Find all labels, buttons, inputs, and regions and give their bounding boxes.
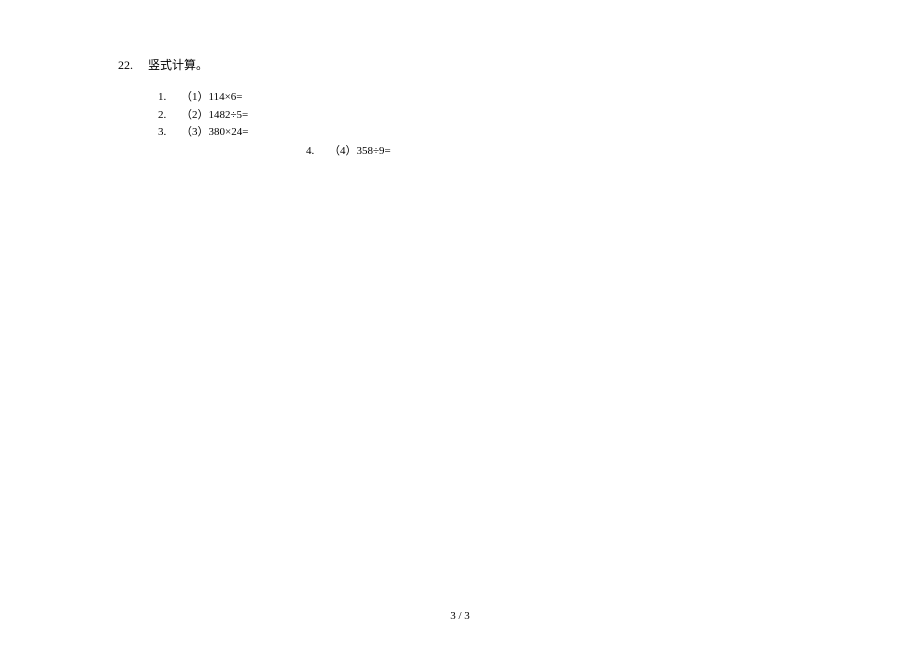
- list-item: 2. （2）1482÷5=: [158, 107, 920, 124]
- item-text: （1）114×6=: [181, 89, 243, 106]
- page-footer: 3 / 3: [0, 610, 920, 622]
- problem-list: 1. （1）114×6= 2. （2）1482÷5= 3. （3）380×24=…: [118, 89, 920, 159]
- section-header: 22. 竖式计算。: [118, 56, 920, 73]
- item-number: 2.: [158, 107, 166, 124]
- item-number: 3.: [158, 124, 166, 141]
- item-number: 4.: [306, 143, 314, 160]
- item-text: （3）380×24=: [181, 124, 248, 141]
- item-number: 1.: [158, 89, 166, 106]
- list-item: 4. （4）358÷9=: [158, 143, 920, 160]
- list-item: 1. （1）114×6=: [158, 89, 920, 106]
- section-number: 22.: [118, 58, 133, 73]
- page-content: 22. 竖式计算。 1. （1）114×6= 2. （2）1482÷5= 3. …: [0, 0, 920, 159]
- section-title: 竖式计算。: [148, 56, 208, 73]
- list-item: 3. （3）380×24=: [158, 124, 920, 141]
- page-number: 3 / 3: [450, 610, 470, 622]
- item-text: （2）1482÷5=: [181, 107, 248, 124]
- item-text: （4）358÷9=: [329, 143, 391, 160]
